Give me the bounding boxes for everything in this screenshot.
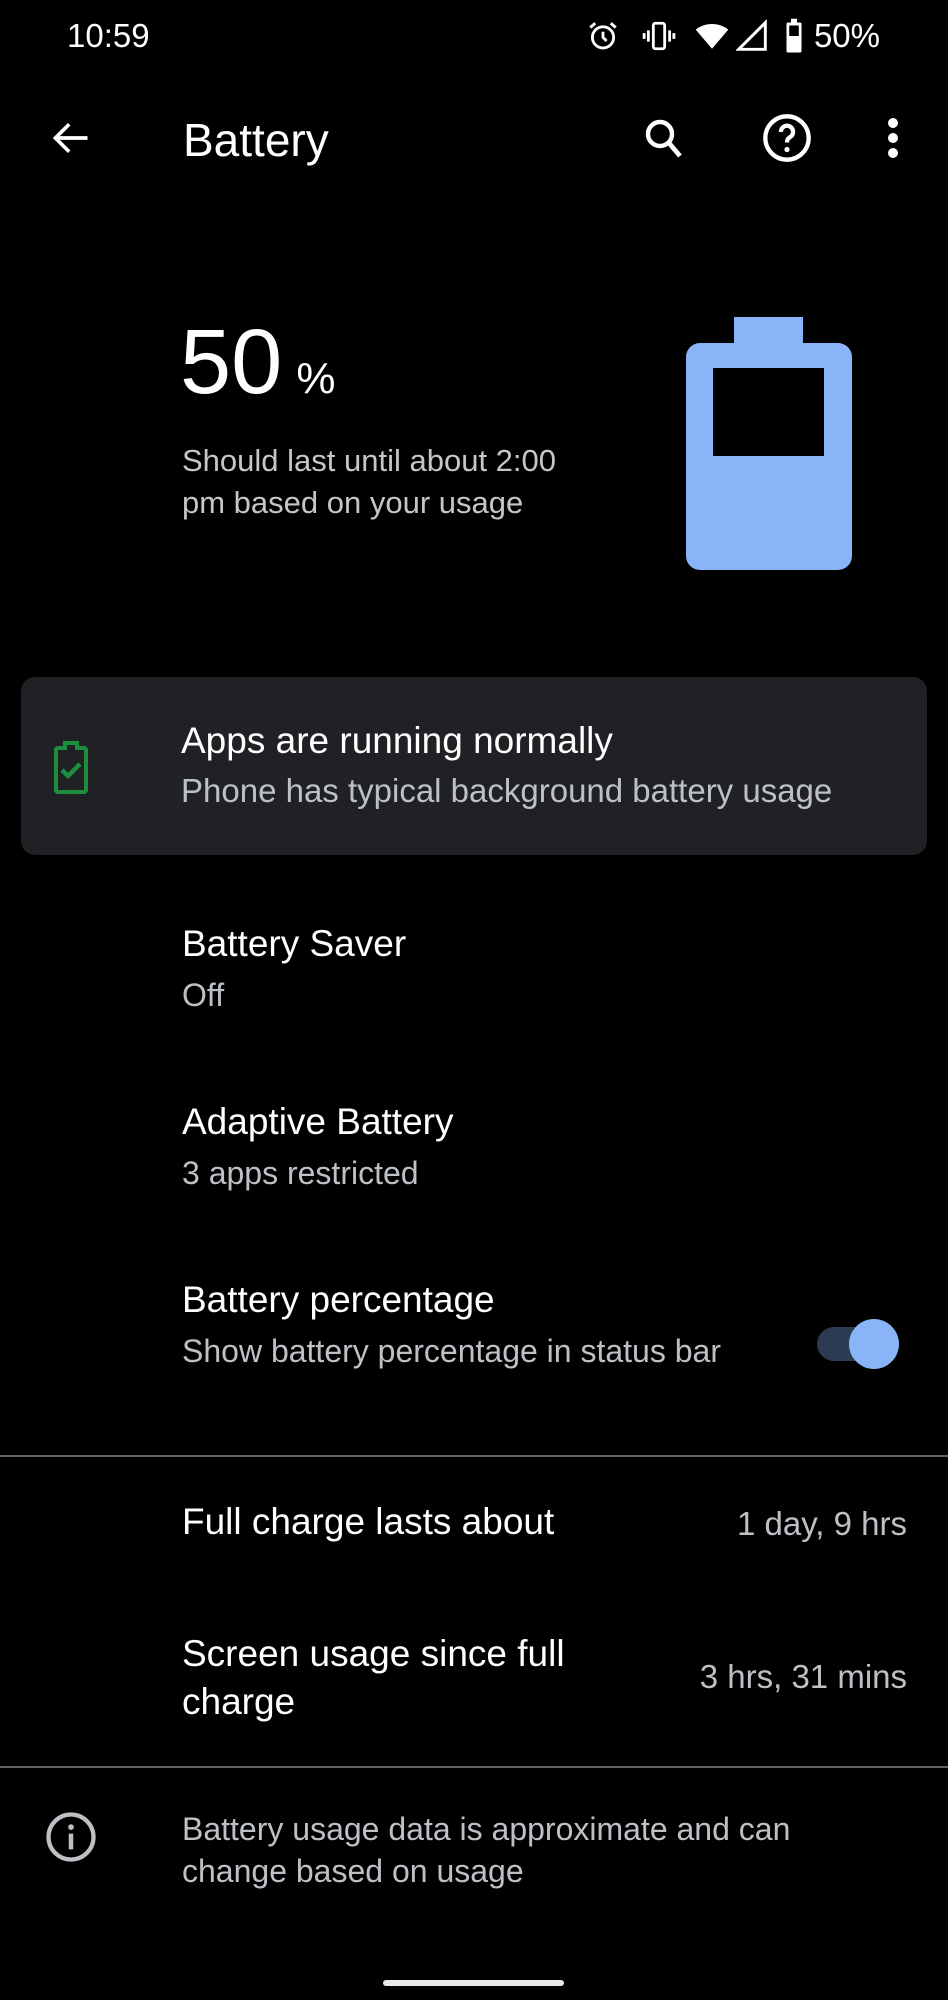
- footer-note: Battery usage data is approximate and ca…: [182, 1811, 791, 1889]
- divider: [0, 1455, 948, 1457]
- battery-estimate: Should last until about 2:00 pm based on…: [182, 443, 556, 520]
- back-button[interactable]: [36, 110, 106, 170]
- status-time: 10:59: [67, 17, 150, 54]
- battery-level: 50%: [180, 312, 335, 429]
- battery-graphic-empty-area: [713, 368, 824, 456]
- battery-tip-card[interactable]: [21, 677, 927, 855]
- battery-level-value: 50: [180, 311, 283, 413]
- battery-graphic-cap: [734, 317, 803, 347]
- help-button[interactable]: [757, 110, 817, 170]
- search-icon: [640, 114, 688, 167]
- stat-full-charge: Full charge lasts about 1 day, 9 hrs: [0, 1460, 948, 1585]
- stat-label: Full charge lasts about: [182, 1501, 555, 1542]
- stat-label: Screen usage since full charge: [182, 1633, 565, 1722]
- battery-check-icon: [53, 740, 89, 799]
- pref-summary: Show battery percentage in status bar: [182, 1333, 721, 1369]
- battery-level-unit: %: [296, 354, 336, 403]
- wifi-icon: [694, 19, 730, 53]
- arrow-back-icon: [49, 116, 93, 165]
- stat-value: 1 day, 9 hrs: [737, 1505, 907, 1542]
- page-title: Battery: [183, 114, 329, 166]
- more-vert-icon: [887, 116, 899, 165]
- pref-title: Battery percentage: [182, 1279, 495, 1320]
- more-options-button[interactable]: [868, 110, 918, 170]
- tip-card-subtitle: Phone has typical background battery usa…: [181, 772, 833, 809]
- pref-battery-percentage[interactable]: Battery percentage Show battery percenta…: [0, 1256, 948, 1446]
- pref-battery-saver[interactable]: Battery Saver Off: [0, 900, 948, 1050]
- status-icons: 50%: [586, 16, 880, 56]
- pref-title: Adaptive Battery: [182, 1101, 454, 1142]
- pref-summary: Off: [182, 977, 225, 1013]
- status-battery-percent: 50%: [813, 17, 880, 54]
- divider: [0, 1766, 948, 1768]
- gesture-nav-handle[interactable]: [383, 1980, 564, 1986]
- help-icon: [761, 112, 813, 169]
- stat-value: 3 hrs, 31 mins: [699, 1658, 907, 1695]
- pref-title: Battery Saver: [182, 923, 407, 964]
- battery-percentage-toggle[interactable]: [815, 1318, 903, 1370]
- cell-signal-icon: [735, 19, 768, 53]
- pref-summary: 3 apps restricted: [182, 1155, 419, 1191]
- search-button[interactable]: [634, 110, 694, 170]
- pref-adaptive-battery[interactable]: Adaptive Battery 3 apps restricted: [0, 1078, 948, 1228]
- battery-icon: [784, 18, 804, 54]
- info-icon: [44, 1810, 98, 1869]
- toggle-thumb: [849, 1319, 899, 1369]
- vibrate-icon: [642, 19, 676, 53]
- stat-screen-usage: Screen usage since full charge 3 hrs, 31…: [0, 1590, 948, 1765]
- battery-level-graphic: [686, 317, 852, 575]
- tip-card-title: Apps are running normally: [181, 720, 613, 761]
- alarm-icon: [586, 19, 620, 53]
